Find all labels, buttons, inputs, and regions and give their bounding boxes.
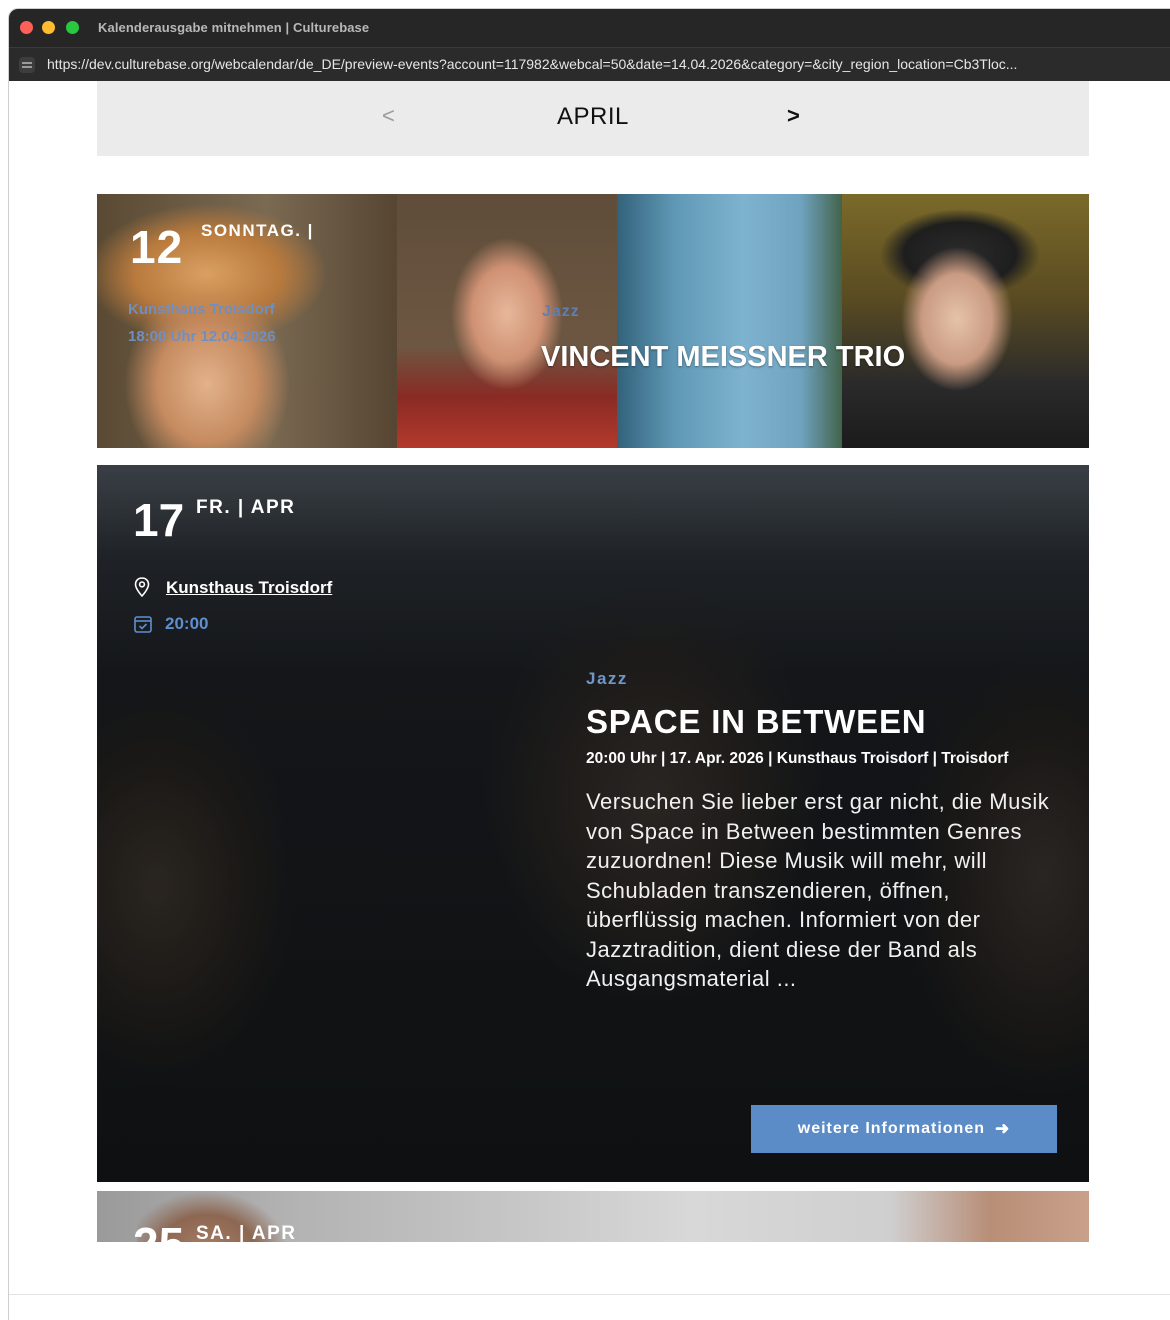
event-weekday: SA. | APR	[196, 1223, 297, 1242]
event-day: 12	[130, 221, 184, 273]
url-text[interactable]: https://dev.culturebase.org/webcalendar/…	[47, 56, 1157, 72]
event-card: 17 FR. | APR Kunsthaus Troisdorf 20:00 J…	[97, 465, 1089, 1182]
previous-month-button[interactable]: <	[382, 103, 395, 129]
event-title[interactable]: SPACE IN BETWEEN	[586, 703, 926, 741]
maximize-window-button[interactable]	[66, 21, 79, 34]
event-card[interactable]: 12 SONNTAG. | Kunsthaus Troisdorf 18:00 …	[97, 194, 1089, 448]
event-meta: 20:00 Uhr | 17. Apr. 2026 | Kunsthaus Tr…	[586, 750, 1009, 767]
event-image-person	[397, 194, 647, 448]
month-label: APRIL	[557, 103, 629, 130]
more-info-button[interactable]: weitere Informationen ➜	[751, 1105, 1057, 1153]
minimize-window-button[interactable]	[42, 21, 55, 34]
event-category: Jazz	[542, 303, 580, 320]
event-weekday: SONNTAG. |	[201, 221, 314, 240]
event-image-wall	[617, 194, 847, 448]
event-weekday: FR. | APR	[196, 497, 296, 518]
event-day: 17	[133, 494, 185, 546]
event-title[interactable]: VINCENT MEISSNER TRIO	[541, 341, 905, 374]
browser-window: Kalenderausgabe mitnehmen | Culturebase …	[8, 8, 1170, 1320]
month-navigation: < APRIL >	[97, 81, 1089, 156]
event-description: Versuchen Sie lieber erst gar nicht, die…	[586, 789, 1050, 991]
next-month-button[interactable]: >	[787, 103, 800, 129]
address-bar[interactable]: https://dev.culturebase.org/webcalendar/…	[9, 47, 1170, 81]
event-image-person	[842, 194, 1089, 448]
divider	[9, 1294, 1170, 1295]
event-category: Jazz	[586, 669, 628, 688]
event-card[interactable]: 25 SA. | APR	[97, 1191, 1089, 1242]
event-venue-link[interactable]: Kunsthaus Troisdorf	[166, 578, 332, 598]
window-title: Kalenderausgabe mitnehmen | Culturebase	[98, 20, 370, 35]
title-bar: Kalenderausgabe mitnehmen | Culturebase	[9, 9, 1170, 47]
page-content: < APRIL > 12 SONNTAG. | Kunsthaus Troisd…	[9, 81, 1170, 1320]
event-time: 18:00 Uhr 12.04.2026	[128, 328, 276, 345]
calendar-icon	[134, 616, 152, 633]
close-window-button[interactable]	[20, 21, 33, 34]
site-settings-icon[interactable]	[19, 57, 35, 73]
arrow-right-icon: ➜	[995, 1119, 1011, 1138]
event-venue-link[interactable]: Kunsthaus Troisdorf	[128, 301, 275, 318]
more-info-label: weitere Informationen	[797, 1120, 985, 1137]
event-day: 25	[133, 1221, 184, 1242]
event-time: 20:00	[165, 614, 209, 633]
location-pin-icon	[134, 577, 150, 597]
